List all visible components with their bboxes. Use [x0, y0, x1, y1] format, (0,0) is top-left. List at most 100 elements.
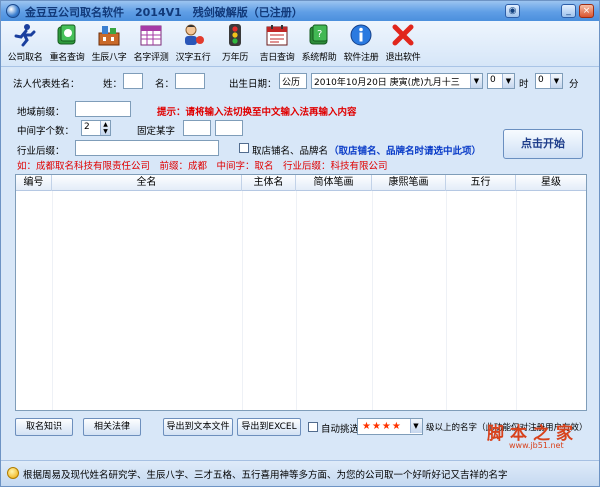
tool-label: 退出软件: [385, 53, 421, 63]
column-divider: [52, 191, 53, 410]
industry-suffix-input[interactable]: [75, 140, 219, 156]
person-icon: [181, 23, 205, 47]
building-icon: [97, 23, 121, 47]
tool-label: 公司取名: [7, 53, 43, 63]
app-window: 金豆豆公司取名软件 2014V1 残剑破解版（已注册） ◉ _ × 公司取名 重…: [0, 0, 600, 487]
calendar-type-value: 公历: [282, 78, 301, 88]
hour-label: 时: [519, 79, 529, 90]
birth-date-label: 出生日期：: [229, 79, 277, 90]
col-kangxi-strokes[interactable]: 康熙笔画: [372, 175, 446, 191]
runner-icon: [13, 23, 37, 47]
region-prefix-label: 地域前缀：: [17, 107, 65, 118]
surname-input[interactable]: [123, 73, 143, 89]
window-title: 金豆豆公司取名软件 2014V1 残剑破解版（已注册）: [25, 6, 303, 19]
fixed-char-input-1[interactable]: [183, 120, 211, 136]
tool-register[interactable]: 软件注册: [341, 23, 381, 65]
chevron-down-icon[interactable]: ▼: [550, 74, 562, 88]
middle-count-label: 中间字个数：: [17, 126, 75, 137]
col-five-elements[interactable]: 五行: [446, 175, 516, 191]
tool-company-naming[interactable]: 公司取名: [5, 23, 45, 65]
minute-value: 0: [538, 75, 544, 85]
svg-text:?: ?: [317, 29, 322, 40]
close-button[interactable]: ×: [579, 4, 594, 18]
watermark-url: www.jb51.net: [509, 441, 564, 450]
tool-name-test[interactable]: 名字评测: [131, 23, 171, 65]
column-divider: [446, 191, 447, 410]
column-divider: [242, 191, 243, 410]
tool-label: 系统帮助: [301, 53, 337, 63]
naming-knowledge-button[interactable]: 取名知识: [15, 418, 73, 436]
tool-label: 名字评测: [133, 53, 169, 63]
hour-select[interactable]: 0 ▼: [487, 73, 515, 89]
start-button[interactable]: 点击开始: [503, 129, 583, 159]
birth-date-picker[interactable]: 2010年10月20日 庚寅(虎)九月十三 ▼: [311, 73, 483, 89]
given-name-input[interactable]: [175, 73, 205, 89]
star-level-select[interactable]: ★★★★ ▼: [357, 418, 423, 435]
shop-name-checkbox[interactable]: [239, 143, 249, 153]
chevron-down-icon[interactable]: ▼: [502, 74, 514, 88]
tool-label: 吉日查询: [259, 53, 295, 63]
fixed-char-input-2[interactable]: [215, 120, 243, 136]
related-laws-button[interactable]: 相关法律: [83, 418, 141, 436]
calendar-icon: [265, 23, 289, 47]
export-text-button[interactable]: 导出到文本文件: [163, 418, 233, 436]
auto-filter-checkbox[interactable]: [308, 422, 318, 432]
minimize-button[interactable]: _: [561, 4, 576, 18]
chevron-down-icon[interactable]: ▼: [410, 419, 422, 433]
tool-label: 万年历: [221, 53, 249, 63]
green-book-icon: [55, 23, 79, 47]
status-bar: 根据周易及现代姓名研究学、生辰八字、三才五格、五行喜用神等多方面、为您的公司取一…: [1, 460, 599, 486]
hour-value: 0: [490, 75, 496, 85]
traffic-light-icon: [223, 23, 247, 47]
chevron-down-icon[interactable]: ▼: [470, 74, 482, 88]
results-table[interactable]: 编号 全名 主体名 简体笔画 康熙笔画 五行 星级: [15, 174, 587, 411]
tool-birth-eight[interactable]: 生辰八字: [89, 23, 129, 65]
main-toolbar: 公司取名 重名查询 生辰八字 名字评测 汉字五行 万年历 吉日查询 ? 系统帮助…: [1, 21, 599, 67]
tool-duplicate-check[interactable]: 重名查询: [47, 23, 87, 65]
minute-select[interactable]: 0 ▼: [535, 73, 563, 89]
red-x-icon: [391, 23, 415, 47]
tool-five-elements[interactable]: 汉字五行: [173, 23, 213, 65]
calendar-type-select[interactable]: 公历: [279, 73, 307, 89]
title-bar[interactable]: 金豆豆公司取名软件 2014V1 残剑破解版（已注册） ◉ _ ×: [1, 1, 599, 21]
star-level-value: ★★★★: [362, 421, 402, 432]
birth-date-value: 2010年10月20日 庚寅(虎)九月十三: [314, 78, 460, 88]
minute-label: 分: [569, 79, 579, 90]
table-header: 编号 全名 主体名 简体笔画 康熙笔画 五行 星级: [16, 175, 586, 191]
middle-count-value: 2: [84, 122, 90, 132]
skin-icon[interactable]: ◉: [505, 4, 520, 18]
legal-rep-label: 法人代表姓名：: [13, 79, 80, 90]
col-main-name[interactable]: 主体名: [242, 175, 296, 191]
tool-label: 软件注册: [343, 53, 379, 63]
tool-label: 生辰八字: [91, 53, 127, 63]
surname-label: 姓：: [103, 79, 123, 90]
col-simplified-strokes[interactable]: 简体笔画: [296, 175, 372, 191]
auto-filter-label: 自动挑选: [321, 424, 360, 435]
tool-label: 汉字五行: [175, 53, 211, 63]
col-full-name[interactable]: 全名: [52, 175, 242, 191]
col-star-rating[interactable]: 星级: [516, 175, 586, 191]
tool-help[interactable]: ? 系统帮助: [299, 23, 339, 65]
middle-count-stepper[interactable]: 2 ▲ ▼: [81, 120, 111, 136]
help-book-icon: ?: [307, 23, 331, 47]
app-logo-icon: [6, 4, 20, 18]
region-prefix-input[interactable]: [75, 101, 131, 117]
given-name-label: 名：: [155, 79, 175, 90]
example-text: 如：成都取名科技有限责任公司 前缀：成都 中间字：取名 行业后缀：科技有限公司: [17, 161, 388, 172]
column-divider: [296, 191, 297, 410]
tool-auspicious-day[interactable]: 吉日查询: [257, 23, 297, 65]
tool-perpetual-calendar[interactable]: 万年历: [215, 23, 255, 65]
naming-form: 法人代表姓名： 姓： 名： 出生日期： 公历 2010年10月20日 庚寅(虎)…: [9, 69, 593, 173]
shop-name-label: 取店铺名、品牌名: [252, 146, 329, 157]
info-icon: [349, 23, 373, 47]
ime-hint: 提示：请将输入法切换至中文输入法再输入内容: [157, 107, 357, 118]
column-divider: [516, 191, 517, 410]
tool-exit[interactable]: 退出软件: [383, 23, 423, 65]
spin-arrows-icon[interactable]: ▲ ▼: [100, 121, 110, 135]
fixed-char-label: 固定某字: [137, 126, 176, 137]
industry-suffix-label: 行业后缀：: [17, 146, 65, 157]
smiley-icon: [7, 467, 19, 479]
col-number[interactable]: 编号: [16, 175, 52, 191]
calendar-grid-icon: [139, 23, 163, 47]
export-excel-button[interactable]: 导出到EXCEL: [237, 418, 301, 436]
